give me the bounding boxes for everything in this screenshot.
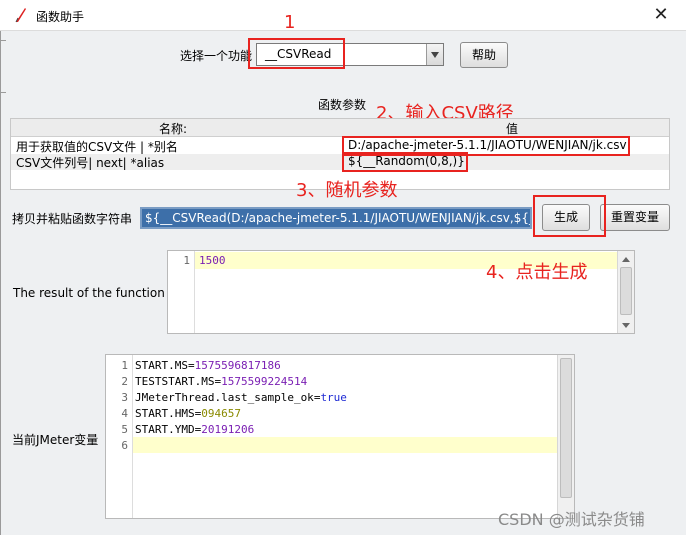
variable-line: TESTSTART.MS=1575599224514 (135, 375, 308, 388)
line-number-gutter: 1 (168, 251, 195, 333)
close-icon[interactable]: ✕ (650, 4, 672, 26)
edge-line (0, 92, 6, 93)
annotation-1: 1 (284, 12, 296, 33)
params-section-label: 函数参数 (318, 98, 367, 112)
reset-variables-button[interactable]: 重置变量 (600, 204, 670, 231)
watermark: CSDN @测试杂货铺 (498, 510, 645, 529)
function-select-label: 选择一个功能 (180, 49, 253, 63)
variable-line: START.MS=1575596817186 (135, 359, 281, 372)
column-header-value: 值 (506, 122, 519, 136)
result-value: 1500 (199, 254, 226, 267)
title-bar: 函数助手 ✕ (0, 0, 686, 31)
chevron-down-icon[interactable] (426, 44, 443, 65)
function-string-field[interactable]: ${__CSVRead(D:/apache-jmeter-5.1.1/JIAOT… (140, 207, 532, 229)
variable-line: START.YMD=20191206 (135, 423, 255, 436)
copy-string-label: 拷贝并粘贴函数字符串 (12, 212, 133, 226)
help-button[interactable]: 帮助 (460, 42, 508, 68)
variables-editor[interactable]: 1 2 3 4 5 6 START.MS=1575596817186 TESTS… (105, 354, 575, 519)
vertical-scrollbar[interactable] (617, 251, 634, 333)
line-number: 1 (183, 254, 190, 267)
param-name: 用于获取值的CSV文件 | *别名 (16, 140, 178, 154)
line-number: 4 (121, 407, 128, 420)
scroll-down-icon[interactable] (622, 323, 630, 328)
line-number: 5 (121, 423, 128, 436)
edge-line (0, 40, 6, 41)
feather-icon (15, 8, 26, 23)
variable-line: JMeterThread.last_sample_ok=true (135, 391, 347, 404)
annotation-3: 3、随机参数 (296, 180, 398, 201)
line-number: 6 (121, 439, 128, 452)
variable-line: START.HMS=094657 (135, 407, 241, 420)
scroll-thumb[interactable] (560, 358, 572, 498)
annotation-box-3 (342, 152, 468, 172)
line-number: 2 (121, 375, 128, 388)
vertical-scrollbar[interactable] (557, 355, 574, 518)
annotation-box-4 (533, 195, 606, 237)
window-title: 函数助手 (36, 10, 85, 24)
param-name: CSV文件列号| next| *alias (16, 156, 165, 170)
annotation-4: 4、点击生成 (486, 262, 588, 283)
scroll-thumb[interactable] (620, 267, 632, 315)
table-row[interactable]: CSV文件列号| next| *alias ${__Random(0,8,)} (11, 154, 669, 170)
line-number-gutter: 1 2 3 4 5 6 (106, 355, 133, 518)
result-label: The result of the function is (13, 286, 179, 300)
line-number: 3 (121, 391, 128, 404)
annotation-box-1 (248, 38, 345, 69)
table-header: 名称: 值 (11, 119, 669, 137)
scroll-up-icon[interactable] (622, 257, 630, 262)
variables-label: 当前JMeter变量 (12, 433, 99, 447)
current-line-highlight (133, 437, 558, 453)
column-header-name: 名称: (159, 122, 188, 136)
function-string-value: ${__CSVRead(D:/apache-jmeter-5.1.1/JIAOT… (145, 211, 532, 225)
line-number: 1 (121, 359, 128, 372)
